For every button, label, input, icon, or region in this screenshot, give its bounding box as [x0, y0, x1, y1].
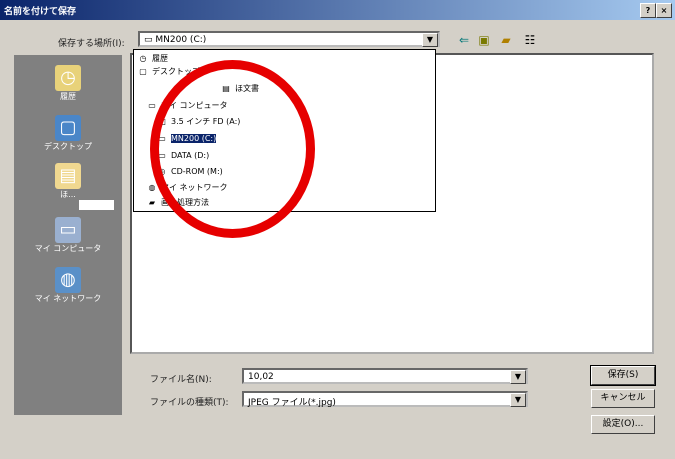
place-network[interactable]: ◍ マイ ネットワーク — [14, 267, 122, 304]
title-bar: 名前を付けて保存 ? × — [0, 0, 675, 20]
new-folder-icon[interactable]: ▰ — [498, 33, 514, 47]
redaction-box — [79, 200, 114, 210]
file-name-label: ファイル名(N): — [150, 375, 212, 385]
folder-icon: ▰ — [148, 198, 156, 207]
file-name-combo[interactable]: 10,02 ▼ — [242, 368, 528, 384]
history-icon: ◷ — [139, 54, 147, 63]
my-computer-icon: ▭ — [55, 217, 81, 243]
save-in-text: MN200 (C:) — [155, 35, 207, 45]
network-icon: ◍ — [55, 267, 81, 293]
place-desktop[interactable]: ▢ デスクトップ — [14, 115, 122, 152]
places-bar: ◷ 履歴 ▢ デスクトップ ▤ ほ... ▭ マイ コンピュータ ◍ マイ ネッ… — [14, 55, 122, 415]
desktop-icon: ▢ — [139, 67, 147, 76]
file-type-combo[interactable]: JPEG ファイル(*.jpg) ▼ — [242, 391, 528, 408]
settings-button[interactable]: 設定(O)... — [591, 415, 655, 434]
up-folder-icon[interactable]: ▣ — [476, 33, 492, 47]
hard-drive-icon: ▭ — [144, 35, 153, 45]
my-computer-icon: ▭ — [148, 101, 156, 110]
save-in-value: ▭ MN200 (C:) — [144, 35, 206, 45]
desktop-icon: ▢ — [55, 115, 81, 141]
file-type-value: JPEG ファイル(*.jpg) — [248, 398, 336, 408]
annotation-circle — [150, 60, 315, 238]
chevron-down-icon[interactable]: ▼ — [510, 393, 526, 407]
cancel-button[interactable]: キャンセル — [591, 389, 655, 408]
save-in-combo[interactable]: ▭ MN200 (C:) ▼ — [138, 31, 440, 47]
place-history[interactable]: ◷ 履歴 — [14, 65, 122, 102]
history-icon: ◷ — [55, 65, 81, 91]
window-title: 名前を付けて保存 — [4, 7, 77, 17]
back-arrow-icon[interactable]: ⇐ — [456, 33, 472, 47]
dropdown-item-label: 履歴 — [152, 54, 168, 63]
close-button[interactable]: × — [656, 3, 672, 18]
chevron-down-icon[interactable]: ▼ — [422, 33, 438, 47]
dropdown-item[interactable]: ◷ 履歴 — [137, 53, 169, 65]
place-label: マイ ネットワーク — [34, 294, 102, 303]
place-my-documents[interactable]: ▤ ほ... — [14, 163, 122, 200]
save-as-dialog: 名前を付けて保存 ? × 保存する場所(I): ▭ MN200 (C:) ▼ ⇐… — [0, 0, 675, 459]
save-button[interactable]: 保存(S) — [590, 365, 656, 386]
my-documents-icon: ▤ — [55, 163, 81, 189]
save-in-label: 保存する場所(I): — [58, 39, 125, 49]
file-type-label: ファイルの種類(T): — [150, 398, 229, 408]
file-name-value: 10,02 — [248, 372, 274, 382]
place-label: ほ... — [60, 190, 76, 199]
place-my-computer[interactable]: ▭ マイ コンピュータ — [14, 217, 122, 254]
place-label: デスクトップ — [44, 142, 92, 151]
place-label: 履歴 — [60, 92, 76, 101]
place-label: マイ コンピュータ — [34, 244, 102, 253]
help-button[interactable]: ? — [640, 3, 656, 18]
chevron-down-icon[interactable]: ▼ — [510, 370, 526, 384]
view-menu-icon[interactable]: ☷ — [522, 33, 538, 47]
